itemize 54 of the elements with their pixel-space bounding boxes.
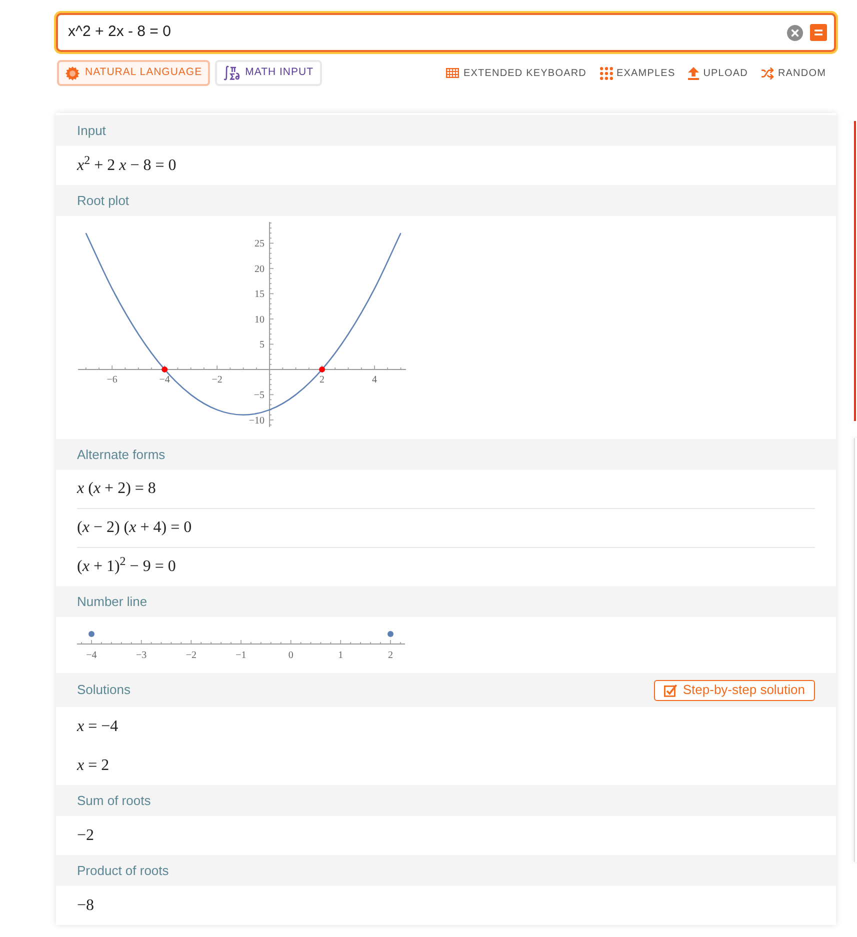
pod-title: Alternate forms <box>77 446 166 464</box>
axis-tick-label: −2 <box>186 650 196 661</box>
math-expression: −8 <box>77 896 94 916</box>
axis-tick-label: 1 <box>338 650 344 661</box>
math-expression: −2 <box>77 826 94 846</box>
math-expression: x = 2 <box>77 756 110 776</box>
axis-tick-label: 25 <box>254 238 265 250</box>
axis-tick-label: 15 <box>254 289 265 300</box>
axis-tick-label: 10 <box>254 314 265 326</box>
axis-tick-label: −3 <box>136 650 147 661</box>
axis-tick-label: 2 <box>320 374 325 386</box>
axis-tick-label: −2 <box>212 374 222 386</box>
pod-title: Product of roots <box>77 862 169 880</box>
pod-title: Number line <box>77 592 148 611</box>
axis-tick-label: −6 <box>106 374 118 386</box>
root-point <box>162 366 168 372</box>
pod-title: Sum of roots <box>77 792 151 810</box>
shuffle-icon <box>760 66 774 80</box>
axis-tick-label: −4 <box>159 374 170 386</box>
sun-badge-icon <box>65 66 80 80</box>
math-expression: (x + 1)$^{2}$ − 9 = 0 <box>77 555 176 577</box>
clear-button[interactable] <box>786 24 803 41</box>
math-expression: x (x + 2) = 8 <box>77 479 156 499</box>
upload-icon <box>688 66 700 80</box>
math-symbols-icon <box>223 65 240 81</box>
toolbar-link[interactable]: UPLOAD <box>688 66 748 80</box>
axis-tick-label: 20 <box>254 264 265 275</box>
math-expression: x$^{2}$ + 2 x − 8 = 0 <box>77 154 176 176</box>
dot-grid-icon <box>600 66 612 80</box>
pod-title: Solutions <box>77 681 130 700</box>
axis-tick-label: −1 <box>236 650 246 661</box>
input-mode-tab[interactable]: MATH INPUT <box>215 60 322 86</box>
search-input[interactable]: x^2 + 2x - 8 = 0 <box>68 21 786 44</box>
keyboard-icon <box>446 68 460 78</box>
math-expression: x = −4 <box>77 716 118 736</box>
search-field[interactable]: x^2 + 2x - 8 = 0 <box>56 13 836 52</box>
axis-tick-label: 4 <box>372 374 377 386</box>
axis-tick-label: −5 <box>254 390 265 402</box>
close-icon <box>786 24 802 40</box>
pod-title: Input <box>77 122 106 140</box>
toolbar-link[interactable]: EXTENDED KEYBOARD <box>446 66 586 80</box>
checkbox-tick-icon <box>664 684 677 696</box>
root-point <box>319 366 326 372</box>
submit-button[interactable] <box>810 24 827 41</box>
axis-tick-label: −4 <box>86 650 97 661</box>
axis-tick-label: 2 <box>388 650 393 661</box>
pod-title: Root plot <box>77 192 130 210</box>
axis-tick-label: 5 <box>260 340 265 351</box>
toolbar-link[interactable]: EXAMPLES <box>600 66 676 80</box>
axis-tick-label: 0 <box>288 650 294 661</box>
equals-icon <box>810 24 827 41</box>
toolbar-link[interactable]: RANDOM <box>760 66 826 80</box>
math-expression: (x − 2) (x + 4) = 0 <box>77 518 192 538</box>
axis-tick-label: −10 <box>248 415 265 426</box>
